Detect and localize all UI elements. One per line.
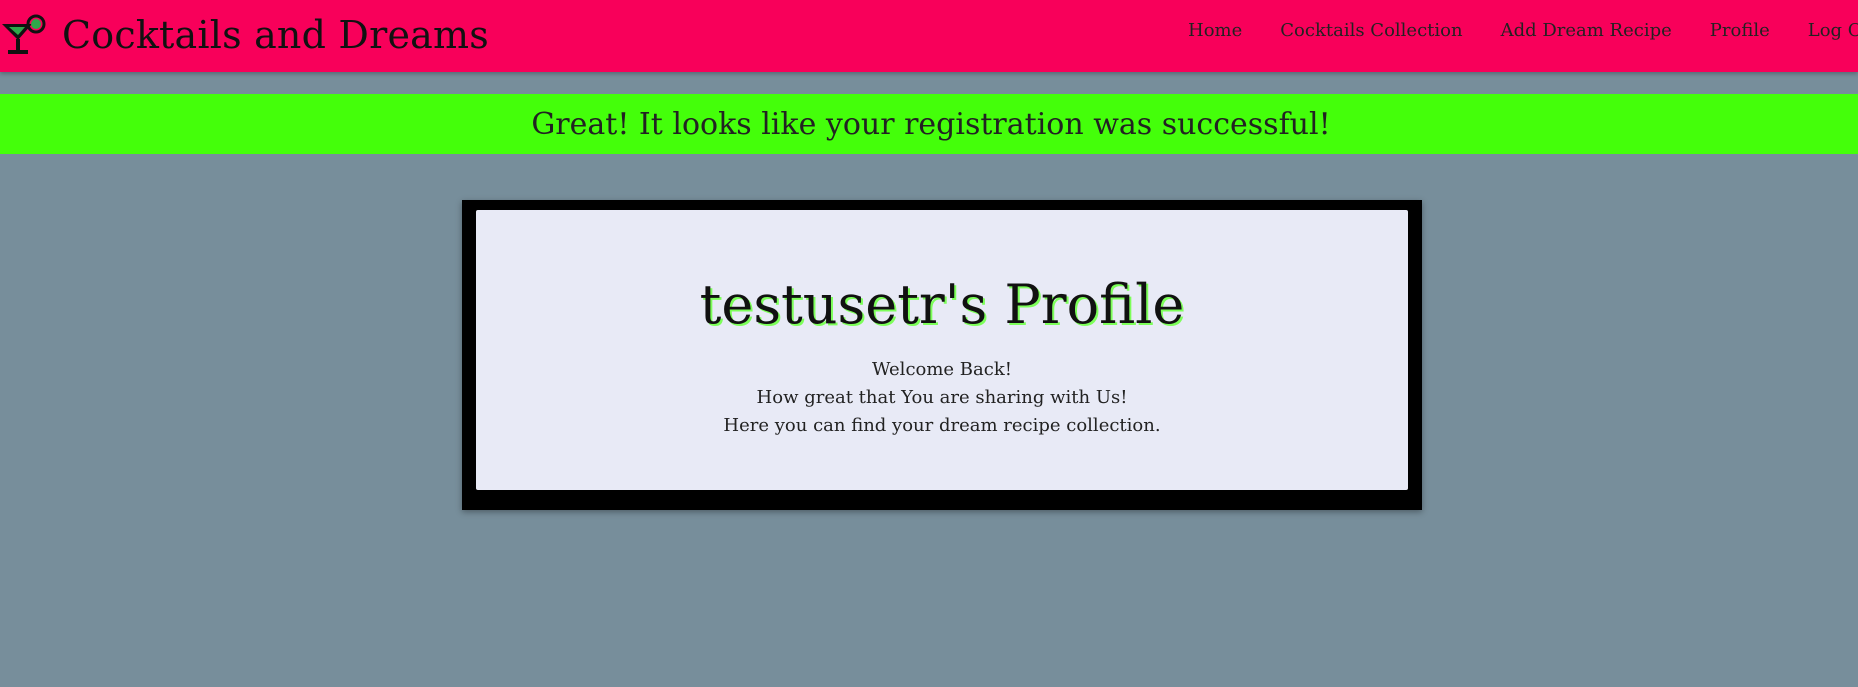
brand-title: Cocktails and Dreams xyxy=(62,13,489,57)
welcome-line: Welcome Back! xyxy=(872,359,1012,380)
flash-banner: Great! It looks like your registration w… xyxy=(0,94,1858,154)
profile-card: testusetr's Profile Welcome Back! How gr… xyxy=(462,200,1422,510)
profile-card-body: testusetr's Profile Welcome Back! How gr… xyxy=(476,210,1408,490)
brand[interactable]: Cocktails and Dreams xyxy=(0,10,489,60)
flash-message: Great! It looks like your registration w… xyxy=(531,106,1331,142)
nav-links: Home Cocktails Collection Add Dream Reci… xyxy=(1188,20,1858,41)
welcome-line: Here you can find your dream recipe coll… xyxy=(723,415,1161,436)
nav-link-add-dream-recipe[interactable]: Add Dream Recipe xyxy=(1501,20,1672,41)
nav-link-log-out[interactable]: Log Out xyxy=(1808,20,1858,41)
profile-title: testusetr's Profile xyxy=(699,273,1185,336)
nav-link-cocktails-collection[interactable]: Cocktails Collection xyxy=(1280,20,1462,41)
nav-link-profile[interactable]: Profile xyxy=(1710,20,1770,41)
welcome-line: How great that You are sharing with Us! xyxy=(756,387,1128,408)
nav-link-home[interactable]: Home xyxy=(1188,20,1242,41)
welcome-text: Welcome Back! How great that You are sha… xyxy=(476,356,1408,440)
cocktail-glass-icon xyxy=(2,14,46,54)
navbar: Cocktails and Dreams Home Cocktails Coll… xyxy=(0,0,1858,72)
